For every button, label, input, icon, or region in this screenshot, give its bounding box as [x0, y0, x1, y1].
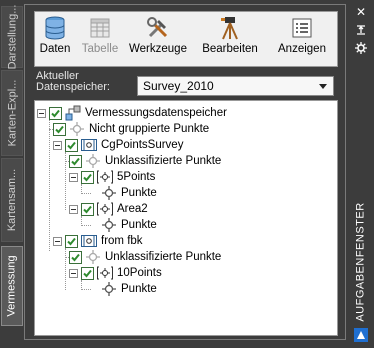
collapse-icon[interactable]: [69, 268, 78, 278]
tab-label: Vermessung: [6, 255, 18, 317]
tree-node-label: Punkte: [121, 219, 157, 231]
tab-darstellung[interactable]: Darstellung...: [1, 4, 23, 70]
point-icon: [85, 153, 101, 169]
tree-node-5points[interactable]: 5Points: [69, 169, 155, 185]
tab-label: Karten-Expl...: [6, 79, 19, 147]
tabelle-button[interactable]: Tabelle: [75, 12, 125, 66]
survey-group-icon: [81, 233, 97, 249]
checkbox[interactable]: [81, 202, 94, 216]
checkbox[interactable]: [49, 106, 62, 120]
auto-hide-icon[interactable]: [354, 24, 368, 39]
tab-label: Kartensam...: [6, 168, 19, 232]
daten-label: Daten: [39, 43, 71, 55]
tree-node-label: Nicht gruppierte Punkte: [89, 123, 210, 135]
tree-node-label: 10Points: [117, 267, 162, 279]
tab-label: Darstellung...: [6, 4, 18, 70]
tree-node-punkte-1[interactable]: Punkte: [101, 185, 157, 201]
checkbox[interactable]: [81, 170, 94, 184]
collapse-icon[interactable]: [53, 140, 62, 150]
bearbeiten-label: Bearbeiten: [202, 43, 258, 55]
tree-node-cgpointssurvey[interactable]: CgPointsSurvey: [53, 137, 183, 153]
anzeigen-button[interactable]: Anzeigen: [269, 12, 335, 66]
palette-title-text: AUFGABENFENSTER: [355, 202, 368, 322]
survey-group-icon: [81, 137, 97, 153]
datastore-selected-value: Survey_2010: [143, 79, 214, 93]
tree-node-10points[interactable]: 10Points: [69, 265, 162, 281]
collapse-icon[interactable]: [53, 236, 62, 246]
point-icon: [101, 217, 117, 233]
tree-node-area2[interactable]: Area2: [69, 201, 148, 217]
survey-panel: Daten Tabelle Werkzeuge Bearbeiten Anzei…: [24, 4, 346, 340]
tree-node-label: Punkte: [121, 283, 157, 295]
tools-icon: [146, 16, 170, 40]
bearbeiten-button[interactable]: Bearbeiten: [191, 12, 269, 66]
tree-node-unklassifiziert-2[interactable]: Unklassifizierte Punkte: [69, 249, 221, 265]
survey-tree: Vermessungsdatenspeicher Nicht gruppiert…: [34, 100, 338, 336]
anzeigen-label: Anzeigen: [278, 43, 326, 55]
checkbox[interactable]: [65, 138, 78, 152]
tree-node-nicht-gruppiert[interactable]: Nicht gruppierte Punkte: [53, 121, 209, 137]
datastore-label: Aktueller Datenspeicher:: [36, 71, 136, 93]
properties-gear-icon[interactable]: [354, 42, 368, 57]
tree-node-label: Vermessungsdatenspeicher: [85, 107, 227, 119]
tree-node-label: 5Points: [117, 171, 156, 183]
tab-karten-explorer[interactable]: Karten-Expl...: [1, 70, 23, 156]
list-view-icon: [290, 16, 314, 40]
tree-node-root[interactable]: Vermessungsdatenspeicher: [37, 105, 227, 121]
tree-node-label: Area2: [117, 203, 148, 215]
tree-node-label: Unklassifizierte Punkte: [105, 155, 222, 167]
checkbox[interactable]: [53, 122, 66, 136]
tab-kartensammlung[interactable]: Kartensam...: [1, 158, 23, 242]
tree-node-punkte-3[interactable]: Punkte: [101, 281, 157, 297]
werkzeuge-label: Werkzeuge: [129, 43, 187, 55]
checkbox[interactable]: [69, 154, 82, 168]
checkbox[interactable]: [69, 250, 82, 264]
point-group-icon: [97, 265, 113, 281]
tree-node-label: Punkte: [121, 187, 157, 199]
survey-tripod-icon: [218, 16, 242, 40]
palette-title: AUFGABENFENSTER: [348, 202, 374, 322]
tab-vermessung[interactable]: Vermessung: [1, 246, 23, 326]
point-icon: [69, 121, 85, 137]
ribbon-toolbar: Daten Tabelle Werkzeuge Bearbeiten Anzei…: [34, 11, 338, 67]
table-icon: [88, 16, 112, 40]
datastore-select[interactable]: Survey_2010: [137, 76, 334, 96]
checkbox[interactable]: [65, 234, 78, 248]
checkbox[interactable]: [81, 266, 94, 280]
close-icon[interactable]: ✕: [354, 5, 368, 19]
point-icon: [101, 281, 117, 297]
tree-node-punkte-2[interactable]: Punkte: [101, 217, 157, 233]
point-group-icon: [97, 169, 113, 185]
tree-node-unklassifiziert-1[interactable]: Unklassifizierte Punkte: [69, 153, 221, 169]
tree-node-label: CgPointsSurvey: [101, 139, 184, 151]
autodesk-logo-icon: [354, 328, 368, 342]
daten-button[interactable]: Daten: [35, 12, 75, 66]
collapse-icon[interactable]: [37, 108, 46, 118]
database-icon: [43, 16, 67, 40]
tree-node-from-fbk[interactable]: from fbk: [53, 233, 143, 249]
werkzeuge-button[interactable]: Werkzeuge: [125, 12, 191, 66]
point-icon: [85, 249, 101, 265]
palette-title-bar: ✕ AUFGABENFENSTER: [346, 0, 374, 348]
datastore-label-line2: Datenspeicher:: [36, 81, 110, 93]
datastore-tree-icon: [65, 105, 81, 121]
tabelle-label: Tabelle: [81, 43, 119, 55]
point-icon: [101, 185, 117, 201]
tree-node-label: Unklassifizierte Punkte: [105, 251, 222, 263]
point-group-icon: [97, 201, 113, 217]
dropdown-arrow-icon[interactable]: [319, 84, 327, 89]
tree-node-label: from fbk: [101, 235, 143, 247]
collapse-icon[interactable]: [69, 172, 78, 182]
collapse-icon[interactable]: [69, 204, 78, 214]
side-tab-strip: Darstellung... Karten-Expl... Kartensam.…: [0, 0, 24, 348]
